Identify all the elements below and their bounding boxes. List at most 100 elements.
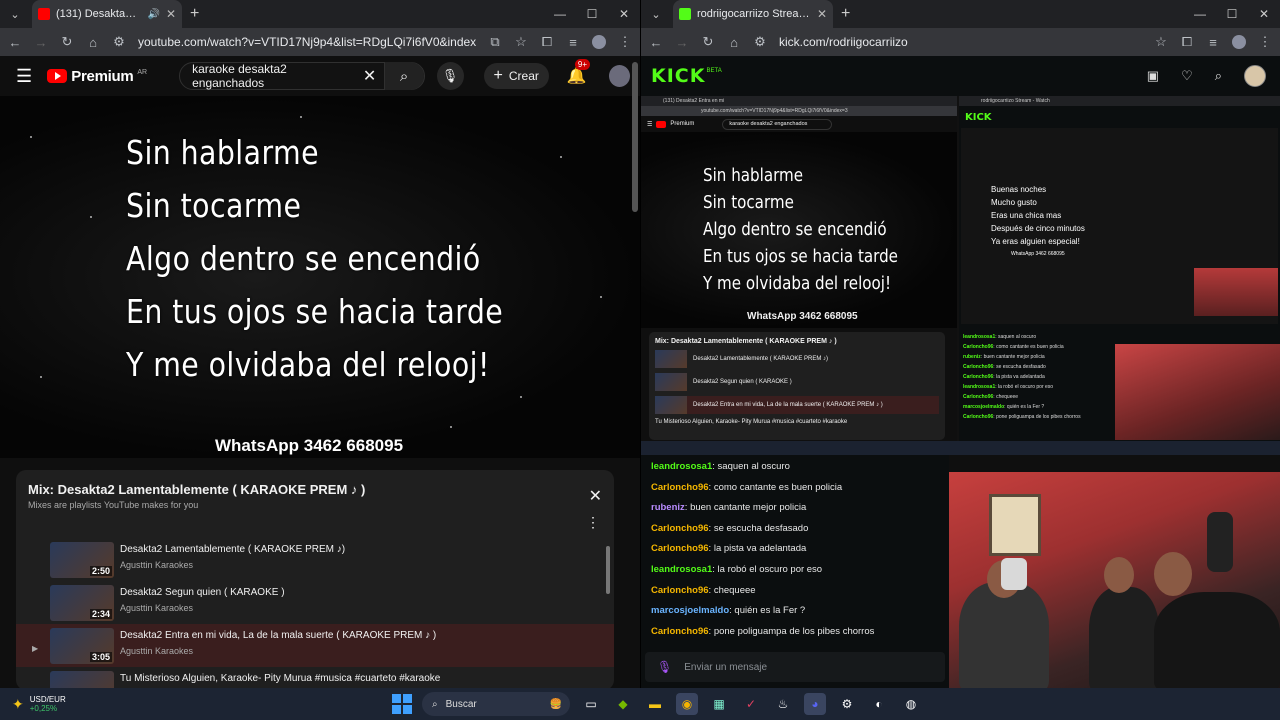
search-icon[interactable]: ⌕ — [383, 62, 424, 90]
karaoke-lyrics: Sin hablarme Sin tocarme Algo dentro se … — [126, 126, 503, 391]
clear-search-icon[interactable]: ✕ — [356, 66, 384, 86]
screen-capture-icon[interactable]: ✓ — [740, 693, 762, 715]
mini-mix-panel: Mix: Desakta2 Lamentablemente ( KARAOKE … — [649, 332, 945, 440]
list-item-now-playing[interactable]: ▶ 3:05 Desakta2 Entra en mi vida, La de … — [16, 624, 614, 667]
user-avatar[interactable] — [1244, 65, 1266, 87]
nested-stream: Buenas noches Mucho gusto Eras una chica… — [961, 128, 1278, 324]
task-view-icon[interactable]: ▭ — [580, 693, 602, 715]
minimize-icon[interactable]: — — [1184, 0, 1216, 28]
tab-youtube[interactable]: (131) Desakta2 Entra en mi 🔊 ✕ — [32, 0, 182, 28]
start-windows-icon[interactable] — [392, 694, 412, 714]
vpn-icon[interactable]: ◍ — [900, 693, 922, 715]
close-tab-icon[interactable]: ✕ — [166, 7, 176, 21]
following-heart-icon[interactable]: ♡ — [1181, 68, 1193, 84]
reading-list-icon[interactable]: ≡ — [1206, 35, 1220, 50]
nvidia-icon[interactable]: ◆ — [612, 693, 634, 715]
chat-username[interactable]: rubeniz — [651, 502, 685, 513]
chat-username[interactable]: Carloncho96 — [651, 626, 709, 637]
chrome-icon[interactable]: ◉ — [676, 693, 698, 715]
site-info-icon[interactable]: ⚙ — [112, 34, 126, 50]
voice-search-icon[interactable]: 🎙 — [436, 62, 464, 90]
video-title[interactable]: Desakta2 Entra en mi vida, La de la mala… — [120, 630, 436, 641]
back-icon[interactable]: ← — [649, 35, 663, 50]
chat-username[interactable]: Carloncho96 — [651, 543, 709, 554]
settings-gear-icon[interactable]: ⚙ — [836, 693, 858, 715]
chat-username[interactable]: marcosjoelmaldo — [651, 605, 729, 616]
more-options-icon[interactable]: ⋮ — [586, 514, 600, 531]
hamburger-menu-icon[interactable]: ☰ — [16, 66, 35, 87]
video-thumbnail[interactable]: 3:05 — [50, 628, 114, 664]
minimize-icon[interactable]: — — [544, 0, 576, 28]
chat-username[interactable]: Carloncho96 — [651, 585, 709, 596]
mix-title[interactable]: Mix: Desakta2 Lamentablemente ( KARAOKE … — [28, 482, 602, 497]
youtube-logo[interactable]: Premium AR — [47, 68, 147, 85]
menu-kebab-icon[interactable]: ⋮ — [618, 34, 632, 50]
new-tab-icon[interactable]: + — [190, 5, 199, 23]
extensions-icon[interactable]: ⧠ — [1180, 34, 1194, 50]
tab-search-dropdown-icon[interactable]: ⌄ — [645, 4, 667, 24]
menu-kebab-icon[interactable]: ⋮ — [1258, 34, 1272, 50]
video-title[interactable]: Desakta2 Segun quien ( KARAOKE ) — [120, 587, 285, 598]
home-icon[interactable]: ⌂ — [727, 35, 741, 50]
forward-icon[interactable]: → — [675, 35, 689, 50]
video-thumbnail[interactable]: 2:50 — [50, 542, 114, 578]
streamlabs-icon[interactable]: ▦ — [708, 693, 730, 715]
tab-search-dropdown-icon[interactable]: ⌄ — [4, 4, 26, 24]
search-input[interactable]: karaoke desakta2 enganchados — [192, 62, 355, 90]
url-field[interactable]: youtube.com/watch?v=VTID17Nj9p4&list=RDg… — [138, 35, 476, 49]
profile-avatar-icon[interactable] — [592, 35, 606, 49]
media-app-icon[interactable]: ◐ — [868, 693, 890, 715]
maximize-icon[interactable]: ☐ — [576, 0, 608, 28]
audio-playing-icon[interactable]: 🔊 — [147, 9, 159, 20]
video-player[interactable]: Sin hablarme Sin tocarme Algo dentro se … — [0, 96, 640, 458]
mix-scrollbar[interactable] — [606, 546, 610, 594]
create-button[interactable]: + Crear — [483, 63, 549, 89]
video-thumbnail[interactable] — [50, 671, 114, 688]
reload-icon[interactable]: ↻ — [60, 34, 74, 50]
list-item[interactable]: 2:34 Desakta2 Segun quien ( KARAOKE ) Agu… — [16, 581, 614, 624]
close-window-icon[interactable]: ✕ — [608, 0, 640, 28]
profile-avatar-icon[interactable] — [1232, 35, 1246, 49]
list-item[interactable]: 2:50 Desakta2 Lamentablemente ( KARAOKE … — [16, 538, 614, 581]
maximize-icon[interactable]: ☐ — [1216, 0, 1248, 28]
chat-username[interactable]: Carloncho96 — [651, 482, 709, 493]
discord-icon[interactable]: ◕ — [804, 693, 826, 715]
chat-username[interactable]: Carloncho96 — [651, 523, 709, 534]
mini-chat-user: Carloncho96 — [963, 344, 994, 350]
url-field[interactable]: kick.com/rodriigocarriizo — [779, 35, 1142, 49]
reload-icon[interactable]: ↻ — [701, 34, 715, 50]
search-icon[interactable]: ⌕ — [1215, 68, 1222, 84]
site-info-icon[interactable]: ⚙ — [753, 34, 767, 50]
kick-logo[interactable]: KICK — [651, 65, 705, 87]
bookmark-star-icon[interactable]: ☆ — [514, 34, 528, 50]
microphone-icon[interactable]: 🎙 — [657, 660, 672, 674]
forward-icon[interactable]: → — [34, 35, 48, 50]
extensions-icon[interactable]: ⧠ — [540, 34, 554, 50]
taskbar-search[interactable]: ⌕ Buscar 🍔 — [422, 692, 570, 716]
browse-icon[interactable]: ▣ — [1147, 68, 1159, 84]
video-thumbnail[interactable]: 2:34 — [50, 585, 114, 621]
bookmark-star-icon[interactable]: ☆ — [1154, 34, 1168, 50]
steam-icon[interactable]: ♨ — [772, 693, 794, 715]
tab-kick[interactable]: rodriigocarriizo Stream - Watch ✕ — [673, 0, 833, 28]
chat-input[interactable]: 🎙 Enviar un mensaje — [645, 652, 945, 682]
home-icon[interactable]: ⌂ — [86, 35, 100, 50]
notifications-bell-icon[interactable]: 🔔 9+ — [567, 59, 590, 86]
back-icon[interactable]: ← — [8, 35, 22, 50]
new-tab-icon[interactable]: + — [841, 5, 850, 23]
chat-username[interactable]: leandrososa1 — [651, 461, 712, 472]
video-title[interactable]: Tu Misterioso Alguien, Karaoke- Pity Mur… — [120, 673, 440, 684]
close-mix-icon[interactable]: ✕ — [589, 486, 602, 506]
stream-video[interactable]: (131) Desakta2 Entra en mi youtube.com/w… — [641, 96, 1280, 455]
close-tab-icon[interactable]: ✕ — [817, 7, 827, 21]
file-explorer-icon[interactable]: ▬ — [644, 693, 666, 715]
reading-list-icon[interactable]: ≡ — [566, 35, 580, 50]
install-app-icon[interactable]: ⧉ — [488, 34, 502, 50]
account-avatar[interactable] — [608, 65, 631, 87]
page-scrollbar[interactable] — [632, 62, 638, 212]
close-window-icon[interactable]: ✕ — [1248, 0, 1280, 28]
video-title[interactable]: Desakta2 Lamentablemente ( KARAOKE PREM … — [120, 544, 345, 555]
chat-username[interactable]: leandrososa1 — [651, 564, 712, 575]
list-item[interactable]: Tu Misterioso Alguien, Karaoke- Pity Mur… — [16, 667, 614, 688]
ticker-widget[interactable]: ✦ USD/EUR +0,25% — [0, 695, 120, 713]
